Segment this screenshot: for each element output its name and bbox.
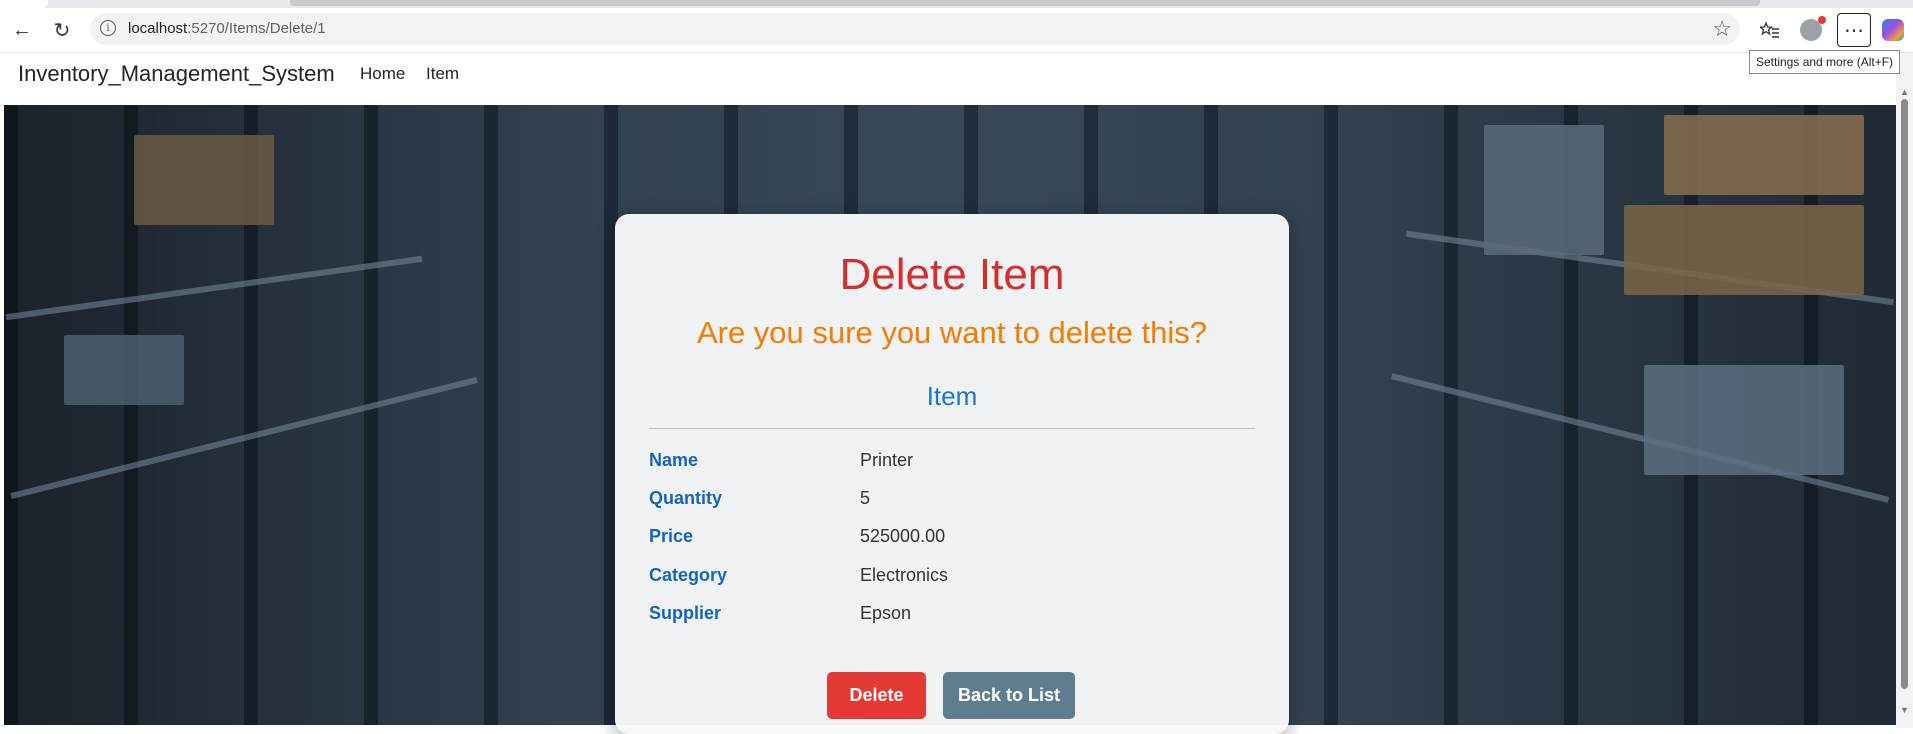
tab-strip-scrollbar[interactable] <box>290 0 1760 6</box>
more-menu-icon[interactable]: ⋯ <box>1837 13 1871 47</box>
detail-value: Printer <box>860 450 914 470</box>
section-divider <box>649 428 1255 429</box>
profile-icon[interactable] <box>1800 16 1826 41</box>
box-decoration <box>64 335 184 405</box>
detail-row-category: Category Electronics <box>649 565 1255 595</box>
scroll-down-icon[interactable]: ▼ <box>1900 705 1909 715</box>
browser-toolbar: ← ↻ i localhost:5270/Items/Delete/1 ☆ ⋯ <box>0 8 1913 53</box>
detail-label: Category <box>649 565 728 585</box>
detail-row-price: Price 525000.00 <box>649 526 1255 556</box>
confirm-question: Are you sure you want to delete this? <box>696 315 1208 350</box>
detail-label: Name <box>649 450 699 470</box>
back-arrow-icon[interactable]: ← <box>6 14 38 46</box>
tab-strip <box>0 0 1913 8</box>
address-bar[interactable]: i localhost:5270/Items/Delete/1 ☆ <box>90 13 1740 45</box>
url-path: :5270/Items/Delete/1 <box>187 20 326 37</box>
box-decoration <box>1644 365 1844 475</box>
box-decoration <box>1484 125 1604 255</box>
refresh-icon[interactable]: ↻ <box>46 14 78 46</box>
detail-row-supplier: Supplier Epson <box>649 603 1255 633</box>
scroll-up-icon[interactable]: ▲ <box>1900 87 1909 97</box>
shelf-decoration <box>5 255 423 321</box>
brand-link[interactable]: Inventory_Management_System <box>18 61 335 87</box>
delete-card: Delete Item Are you sure you want to del… <box>615 214 1289 734</box>
url-host: localhost <box>128 20 188 37</box>
detail-value: 5 <box>860 488 871 508</box>
url-text[interactable]: localhost:5270/Items/Delete/1 <box>128 20 326 37</box>
favorites-list-icon[interactable] <box>1754 14 1786 46</box>
delete-button[interactable]: Delete <box>827 672 926 719</box>
copilot-icon[interactable] <box>1882 19 1904 41</box>
box-decoration <box>1624 205 1864 295</box>
detail-row-name: Name Printer <box>649 450 1255 480</box>
back-to-list-button[interactable]: Back to List <box>943 672 1075 719</box>
detail-value: Electronics <box>860 565 949 585</box>
scrollbar-thumb[interactable] <box>1901 99 1908 689</box>
info-icon[interactable]: i <box>100 20 116 36</box>
box-decoration <box>1664 115 1864 195</box>
app-navbar: Inventory_Management_System Home Item <box>0 53 1896 106</box>
nav-link-item[interactable]: Item <box>426 64 459 84</box>
page-scrollbar[interactable]: ▲ ▼ <box>1896 53 1913 728</box>
favorite-star-icon[interactable]: ☆ <box>1712 16 1732 42</box>
page-title: Delete Item <box>839 250 1065 299</box>
notification-dot <box>1818 16 1826 24</box>
detail-label: Price <box>649 526 694 546</box>
section-heading: Item <box>926 381 978 411</box>
active-tab[interactable] <box>0 0 48 8</box>
nav-link-home[interactable]: Home <box>360 64 405 84</box>
settings-tooltip: Settings and more (Alt+F) <box>1749 50 1901 74</box>
detail-row-quantity: Quantity 5 <box>649 488 1255 518</box>
detail-label: Supplier <box>649 603 722 623</box>
detail-value: 525000.00 <box>860 526 946 546</box>
detail-label: Quantity <box>649 488 723 508</box>
box-decoration <box>134 135 274 225</box>
detail-value: Epson <box>860 603 912 623</box>
